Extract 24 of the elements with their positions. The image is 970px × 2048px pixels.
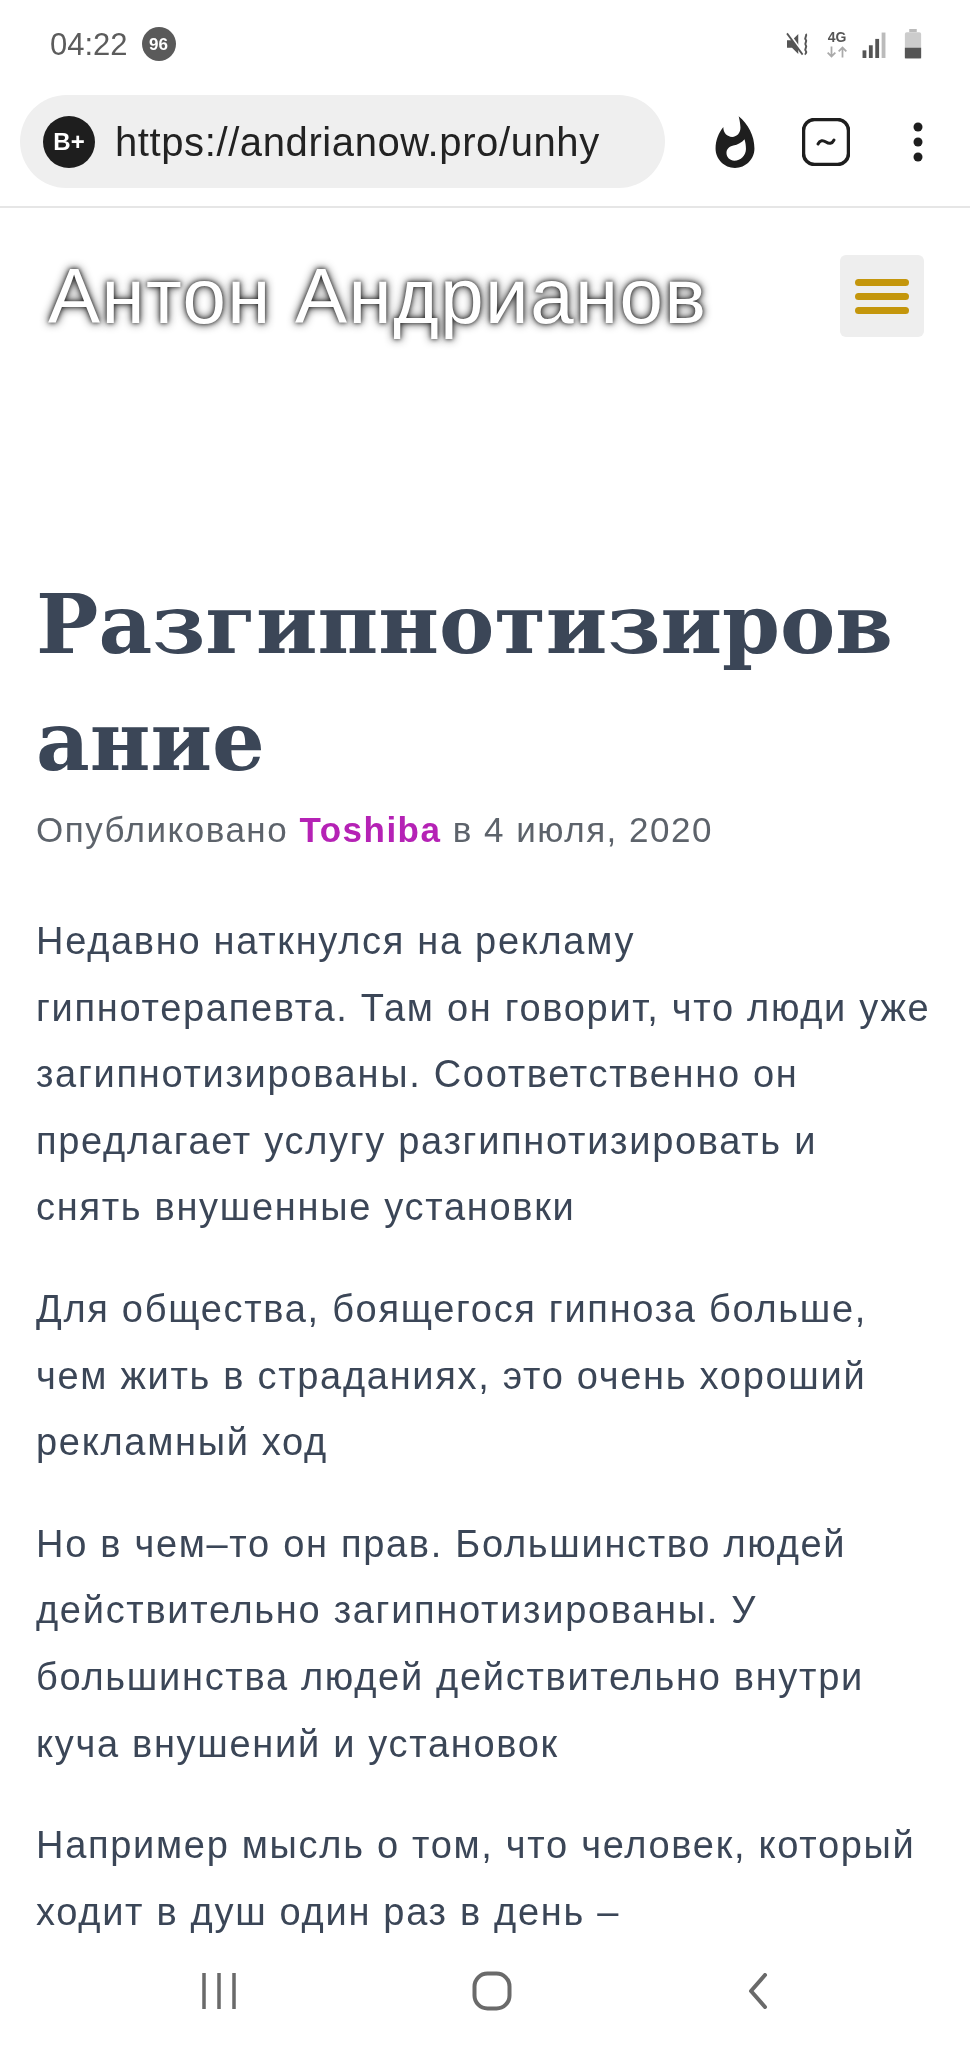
- status-time: 04:22: [50, 28, 128, 60]
- flame-icon[interactable]: [713, 115, 757, 168]
- post-paragraph: Но в чем–то он прав. Большинство людей действительно загипнотизированы. У большинства людей действительно внутри куча внушений и установок: [36, 1521, 865, 1767]
- recent-apps-icon[interactable]: [202, 1973, 236, 2009]
- more-icon[interactable]: [913, 121, 923, 162]
- url-field[interactable]: B+ https://andrianow.pro/unhy: [20, 95, 665, 188]
- post-title: Разгипнотизирование: [36, 574, 895, 792]
- site-badge: B+: [43, 115, 95, 168]
- signal-icon: [862, 30, 886, 58]
- url-text: https://andrianow.pro/unhy: [115, 121, 600, 162]
- battery-icon: [904, 29, 922, 59]
- tabs-icon[interactable]: [802, 117, 850, 166]
- menu-icon: [855, 278, 909, 314]
- post-paragraph: Для общества, боящегося гипноза больше, чем жить в страданиях, это очень хороший рекламный ход: [36, 1286, 869, 1466]
- post-paragraph: Недавно наткнулся на рекламу гипнотерапевта. Там он говорит, что люди уже загипнотизированы. Соответственно он предлагает услугу разгипнотизировать и снять внушенные установки: [36, 919, 932, 1231]
- data-arrows-icon: [826, 46, 848, 58]
- post-paragraph: Например мысль о том, что человек, который ходит в душ один раз в день –: [36, 1823, 917, 1935]
- post-byline: Опубликовано Toshiba в 4 июля, 2020: [36, 809, 714, 851]
- author-link[interactable]: Toshiba: [299, 810, 442, 849]
- network-type-label: 4G: [827, 30, 847, 44]
- back-icon[interactable]: [748, 1973, 768, 2009]
- site-title[interactable]: Антон Андрианов: [32, 241, 724, 351]
- notification-count-badge: 96: [141, 27, 176, 61]
- home-icon[interactable]: [472, 1971, 512, 2011]
